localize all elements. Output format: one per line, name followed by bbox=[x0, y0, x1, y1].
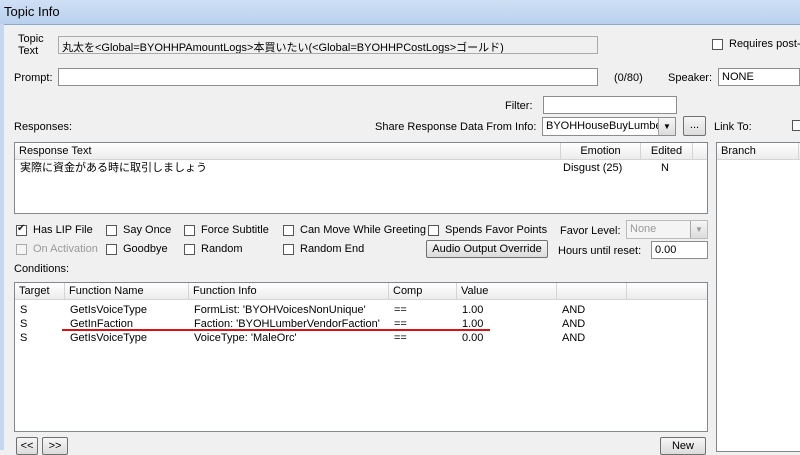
checkbox-icon bbox=[283, 224, 294, 236]
column-target[interactable]: Target bbox=[15, 283, 65, 299]
link-to-checkbox[interactable] bbox=[792, 120, 800, 131]
checkbox-icon bbox=[106, 243, 117, 255]
checkbox-icon bbox=[184, 243, 195, 255]
responses-list-header: Response Text Emotion Edited bbox=[15, 143, 707, 160]
checkbox-icon bbox=[283, 243, 294, 255]
column-function-name[interactable]: Function Name bbox=[65, 283, 189, 299]
has-lip-file-checkbox[interactable]: Has LIP File bbox=[16, 223, 93, 236]
conditions-list-header: Target Function Name Function Info Comp … bbox=[15, 283, 707, 300]
condition-and-or-cell: AND bbox=[562, 332, 586, 344]
checkbox-icon bbox=[792, 120, 800, 131]
prompt-counter: (0/80) bbox=[614, 72, 643, 84]
column-response-text[interactable]: Response Text bbox=[15, 143, 561, 159]
condition-and-or-cell: AND bbox=[562, 304, 586, 316]
condition-target-cell: S bbox=[20, 318, 28, 330]
condition-target-cell: S bbox=[20, 332, 28, 344]
goodbye-checkbox[interactable]: Goodbye bbox=[106, 243, 168, 255]
new-condition-button[interactable]: New bbox=[660, 437, 706, 455]
prompt-input[interactable] bbox=[58, 68, 598, 86]
link-to-list-header: Branch bbox=[717, 143, 800, 160]
checkmark-icon bbox=[16, 223, 27, 236]
condition-function-info-cell: VoiceType: 'MaleOrc' bbox=[194, 332, 297, 344]
topic-text-field[interactable]: 丸太を<Global=BYOHHPAmountLogs>本買いたい(<Globa… bbox=[58, 36, 598, 54]
audio-output-override-button[interactable]: Audio Output Override bbox=[426, 240, 548, 258]
column-comp[interactable]: Comp bbox=[389, 283, 457, 299]
filter-input[interactable] bbox=[543, 96, 677, 114]
condition-comp-cell: == bbox=[394, 304, 407, 316]
hours-until-reset-label: Hours until reset: bbox=[558, 245, 642, 257]
checkbox-icon bbox=[106, 224, 117, 236]
on-activation-checkbox[interactable]: On Activation bbox=[16, 243, 98, 255]
speaker-field[interactable]: NONE bbox=[718, 68, 800, 86]
condition-value-cell: 0.00 bbox=[462, 332, 484, 344]
title-bar: Topic Info bbox=[0, 0, 800, 25]
favor-level-value: None bbox=[630, 223, 657, 235]
conditions-list[interactable]: Target Function Name Function Info Comp … bbox=[14, 282, 708, 432]
checkbox-icon bbox=[184, 224, 195, 236]
link-to-list[interactable]: Branch bbox=[716, 142, 800, 452]
spends-favor-points-checkbox[interactable]: Spends Favor Points bbox=[428, 224, 547, 236]
conditions-label: Conditions: bbox=[14, 263, 70, 275]
hours-until-reset-input[interactable]: 0.00 bbox=[651, 241, 708, 259]
checkbox-icon bbox=[428, 224, 439, 236]
topic-text-label: Topic Text bbox=[18, 33, 44, 57]
filter-label: Filter: bbox=[505, 100, 533, 112]
condition-and-or-cell: AND bbox=[562, 318, 586, 330]
speaker-label: Speaker: bbox=[668, 72, 713, 84]
random-end-checkbox[interactable]: Random End bbox=[283, 243, 364, 255]
share-response-more-button[interactable]: ... bbox=[683, 116, 706, 136]
responses-list[interactable]: Response Text Emotion Edited 実際に資金がある時に取… bbox=[14, 142, 708, 214]
window-left-border bbox=[0, 24, 4, 450]
share-response-combo[interactable]: BYOHHouseBuyLumberI ▼ bbox=[542, 117, 676, 136]
requires-post-checkbox[interactable]: Requires post- bbox=[712, 38, 800, 50]
say-once-checkbox[interactable]: Say Once bbox=[106, 224, 171, 236]
window-title: Topic Info bbox=[4, 4, 60, 19]
random-checkbox[interactable]: Random bbox=[184, 243, 243, 255]
column-and-or[interactable] bbox=[557, 283, 627, 299]
column-value[interactable]: Value bbox=[457, 283, 557, 299]
column-emotion[interactable]: Emotion bbox=[561, 143, 641, 159]
response-edited-cell: N bbox=[661, 162, 669, 174]
column-branch[interactable]: Branch bbox=[717, 143, 799, 159]
share-response-label: Share Response Data From Info: bbox=[375, 121, 537, 133]
response-text-cell: 実際に資金がある時に取引しましょう bbox=[20, 162, 207, 174]
column-function-info[interactable]: Function Info bbox=[189, 283, 389, 299]
share-response-value: BYOHHouseBuyLumberI bbox=[546, 120, 669, 132]
favor-level-combo[interactable]: None ▼ bbox=[626, 220, 708, 239]
condition-function-name-cell: GetIsVoiceType bbox=[70, 332, 148, 344]
condition-function-info-cell: FormList: 'BYOHVoicesNonUnique' bbox=[194, 304, 366, 316]
chevron-down-icon[interactable]: ▼ bbox=[658, 118, 675, 135]
link-to-label: Link To: bbox=[714, 121, 752, 133]
force-subtitle-checkbox[interactable]: Force Subtitle bbox=[184, 224, 269, 236]
condition-target-cell: S bbox=[20, 304, 28, 316]
response-emotion-cell: Disgust (25) bbox=[563, 162, 623, 174]
checkbox-icon bbox=[712, 38, 723, 50]
previous-button[interactable]: << bbox=[16, 437, 38, 455]
condition-function-name-cell: GetIsVoiceType bbox=[70, 304, 148, 316]
condition-comp-cell: == bbox=[394, 332, 407, 344]
responses-label: Responses: bbox=[14, 121, 73, 133]
checkbox-icon bbox=[16, 243, 27, 255]
can-move-while-greeting-checkbox[interactable]: Can Move While Greeting bbox=[283, 224, 426, 236]
highlight-underline bbox=[62, 329, 490, 331]
favor-level-label: Favor Level: bbox=[560, 225, 621, 237]
condition-value-cell: 1.00 bbox=[462, 304, 484, 316]
prompt-label: Prompt: bbox=[14, 72, 53, 84]
next-button[interactable]: >> bbox=[42, 437, 68, 455]
column-edited[interactable]: Edited bbox=[641, 143, 693, 159]
chevron-down-icon[interactable]: ▼ bbox=[690, 221, 707, 238]
